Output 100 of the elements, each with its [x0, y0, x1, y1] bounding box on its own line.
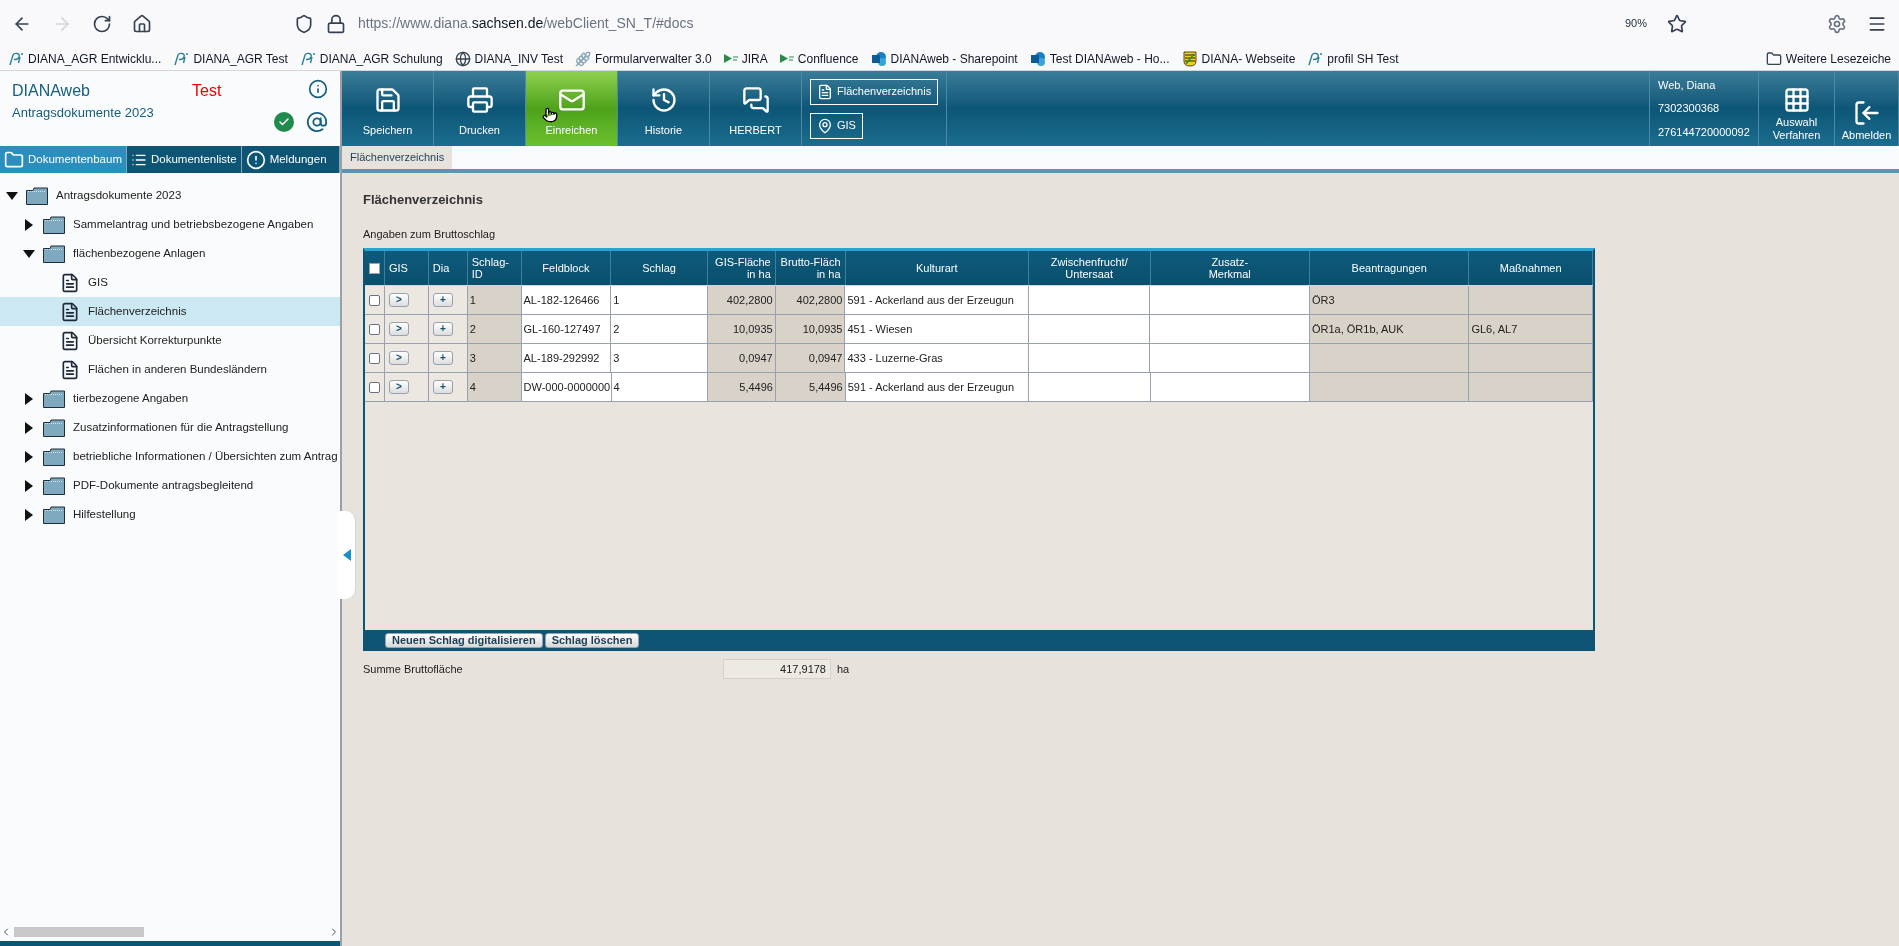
- detail-button[interactable]: +: [432, 293, 453, 307]
- tree-item[interactable]: Flächenverzeichnis: [0, 297, 340, 326]
- sidebar-tab[interactable]: Dokumentenliste: [127, 146, 242, 173]
- input-field[interactable]: [1029, 373, 1151, 401]
- expanded-caret-icon[interactable]: [23, 247, 35, 260]
- row-checkbox[interactable]: [368, 294, 380, 306]
- input-field[interactable]: 1: [611, 286, 708, 314]
- document-icon: [60, 330, 80, 351]
- bookmark-link[interactable]: DIANA_INV Test: [474, 49, 564, 68]
- column-header: GIS: [384, 251, 429, 285]
- tree-item[interactable]: Antragsdokumente 2023: [0, 181, 340, 210]
- collapsed-caret-icon[interactable]: [23, 218, 35, 231]
- bookmark-star-icon[interactable]: [1667, 13, 1687, 34]
- reload-icon[interactable]: [92, 13, 112, 34]
- tree-item[interactable]: flächenbezogene Anlagen: [0, 239, 340, 268]
- input-field[interactable]: 4: [611, 373, 709, 401]
- unit-label: ha: [837, 661, 850, 677]
- tree-item[interactable]: PDF-Dokumente antragsbegleitend: [0, 471, 340, 500]
- row-checkbox[interactable]: [368, 381, 380, 393]
- pin-icon: [817, 117, 833, 134]
- input-field[interactable]: [1150, 286, 1310, 314]
- input-field[interactable]: [1150, 315, 1310, 343]
- collapsed-caret-icon[interactable]: [23, 479, 35, 492]
- select-all-checkbox[interactable]: [368, 262, 380, 274]
- input-field[interactable]: AL-182-126466: [521, 286, 612, 314]
- bookmark-link[interactable]: DIANA_AGR Test: [193, 49, 288, 68]
- input-field[interactable]: [1150, 344, 1310, 372]
- document-icon: [817, 83, 833, 100]
- logo-icon: [299, 51, 316, 66]
- footer-button[interactable]: Neuen Schlag digitalisieren: [385, 632, 543, 648]
- bookmark-link[interactable]: DIANA- Webseite: [1201, 49, 1296, 68]
- folder-icon: [26, 186, 48, 205]
- input-field[interactable]: 2: [611, 315, 708, 343]
- info-icon[interactable]: [308, 79, 328, 99]
- collapsed-caret-icon[interactable]: [23, 392, 35, 405]
- tree-label: tierbezogene Angaben: [73, 390, 189, 406]
- tree-item[interactable]: Zusatzinformationen für die Antragstellung: [0, 413, 340, 442]
- input-field[interactable]: [1150, 373, 1310, 401]
- column-header: Feldblock: [521, 251, 612, 285]
- collapsed-caret-icon[interactable]: [23, 450, 35, 463]
- sidebar-tab[interactable]: Dokumentenbaum: [0, 146, 127, 173]
- column-header: GIS-Fläche in ha: [707, 251, 776, 285]
- gis-button[interactable]: >: [388, 351, 409, 365]
- gis-button[interactable]: >: [388, 322, 409, 336]
- sidebar-collapse-handle[interactable]: [338, 511, 356, 599]
- bookmark-link[interactable]: Weitere Lesezeiche: [1785, 49, 1891, 68]
- input-field[interactable]: 433 - Luzerne-Gras: [845, 344, 1029, 372]
- url-field[interactable]: https://www.diana.sachsen.de/webClient_SN_T/#docs: [358, 13, 694, 34]
- expanded-caret-icon[interactable]: [6, 189, 18, 202]
- bookmark-link[interactable]: DIANA_AGR Entwicklu...: [28, 49, 162, 68]
- sidebar-tab[interactable]: Meldungen: [241, 146, 340, 173]
- tree-item[interactable]: Hilfestellung: [0, 500, 340, 529]
- tree-item[interactable]: Flächen in anderen Bundesländern: [0, 355, 340, 384]
- bookmark-link[interactable]: DIANA_AGR Schulung: [319, 49, 443, 68]
- bookmark-link[interactable]: Test DIANAweb - Ho...: [1049, 49, 1170, 68]
- bookmark-link[interactable]: profil SH Test: [1327, 49, 1399, 68]
- tree-item[interactable]: tierbezogene Angaben: [0, 384, 340, 413]
- gis-button[interactable]: >: [388, 293, 409, 307]
- detail-button[interactable]: +: [432, 380, 453, 394]
- document-icon: [60, 359, 80, 380]
- logo-icon: [1307, 51, 1324, 66]
- home-icon[interactable]: [132, 13, 152, 34]
- row-checkbox[interactable]: [368, 323, 380, 335]
- extension-icon[interactable]: [1827, 13, 1847, 34]
- column-header: Brutto-Fläch in ha: [775, 251, 846, 285]
- input-field[interactable]: 591 - Ackerland aus der Erzeugun: [845, 373, 1029, 401]
- user-number: 7302300368: [1658, 101, 1721, 117]
- footer-button[interactable]: Schlag löschen: [544, 632, 640, 648]
- save-icon: [373, 85, 402, 114]
- input-field[interactable]: [1028, 315, 1151, 343]
- input-field[interactable]: AL-189-292992: [521, 344, 612, 372]
- row-checkbox[interactable]: [368, 352, 380, 364]
- input-field[interactable]: GL-160-127497: [521, 315, 612, 343]
- document-tab[interactable]: Flächenverzeichnis: [342, 146, 453, 169]
- tree-item[interactable]: GIS: [0, 268, 340, 297]
- tree-label: flächenbezogene Anlagen: [73, 245, 206, 261]
- input-field[interactable]: DW-000-0000000: [521, 373, 612, 401]
- detail-button[interactable]: +: [432, 322, 453, 336]
- bookmark-link[interactable]: DIANAweb - Sharepoint: [890, 49, 1018, 68]
- alert-icon: [245, 149, 266, 170]
- email-icon[interactable]: [306, 111, 328, 133]
- detail-button[interactable]: +: [432, 351, 453, 365]
- bookmark-link[interactable]: JIRA: [741, 49, 768, 68]
- input-field[interactable]: 3: [611, 344, 708, 372]
- input-field[interactable]: [1028, 344, 1151, 372]
- input-field[interactable]: 451 - Wiesen: [845, 315, 1029, 343]
- gis-button[interactable]: >: [388, 380, 409, 394]
- bookmark-link[interactable]: Formularverwalter 3.0: [595, 49, 712, 68]
- context-button[interactable]: GIS: [810, 112, 863, 139]
- tree-item[interactable]: Sammelantrag und betriebsbezogene Angaben: [0, 210, 340, 239]
- tree-item[interactable]: Übersicht Korrekturpunkte: [0, 326, 340, 355]
- input-field[interactable]: [1028, 286, 1151, 314]
- bookmark-link[interactable]: Confluence: [797, 49, 859, 68]
- context-button[interactable]: Flächenverzeichnis: [810, 78, 939, 105]
- input-field[interactable]: 591 - Ackerland aus der Erzeugun: [845, 286, 1029, 314]
- zoom-level[interactable]: 90%: [1624, 15, 1647, 32]
- tree-item[interactable]: betriebliche Informationen / Übersichten zum Antrag: [0, 442, 340, 471]
- collapsed-caret-icon[interactable]: [23, 421, 35, 434]
- chat-icon: [741, 85, 770, 114]
- collapsed-caret-icon[interactable]: [23, 508, 35, 521]
